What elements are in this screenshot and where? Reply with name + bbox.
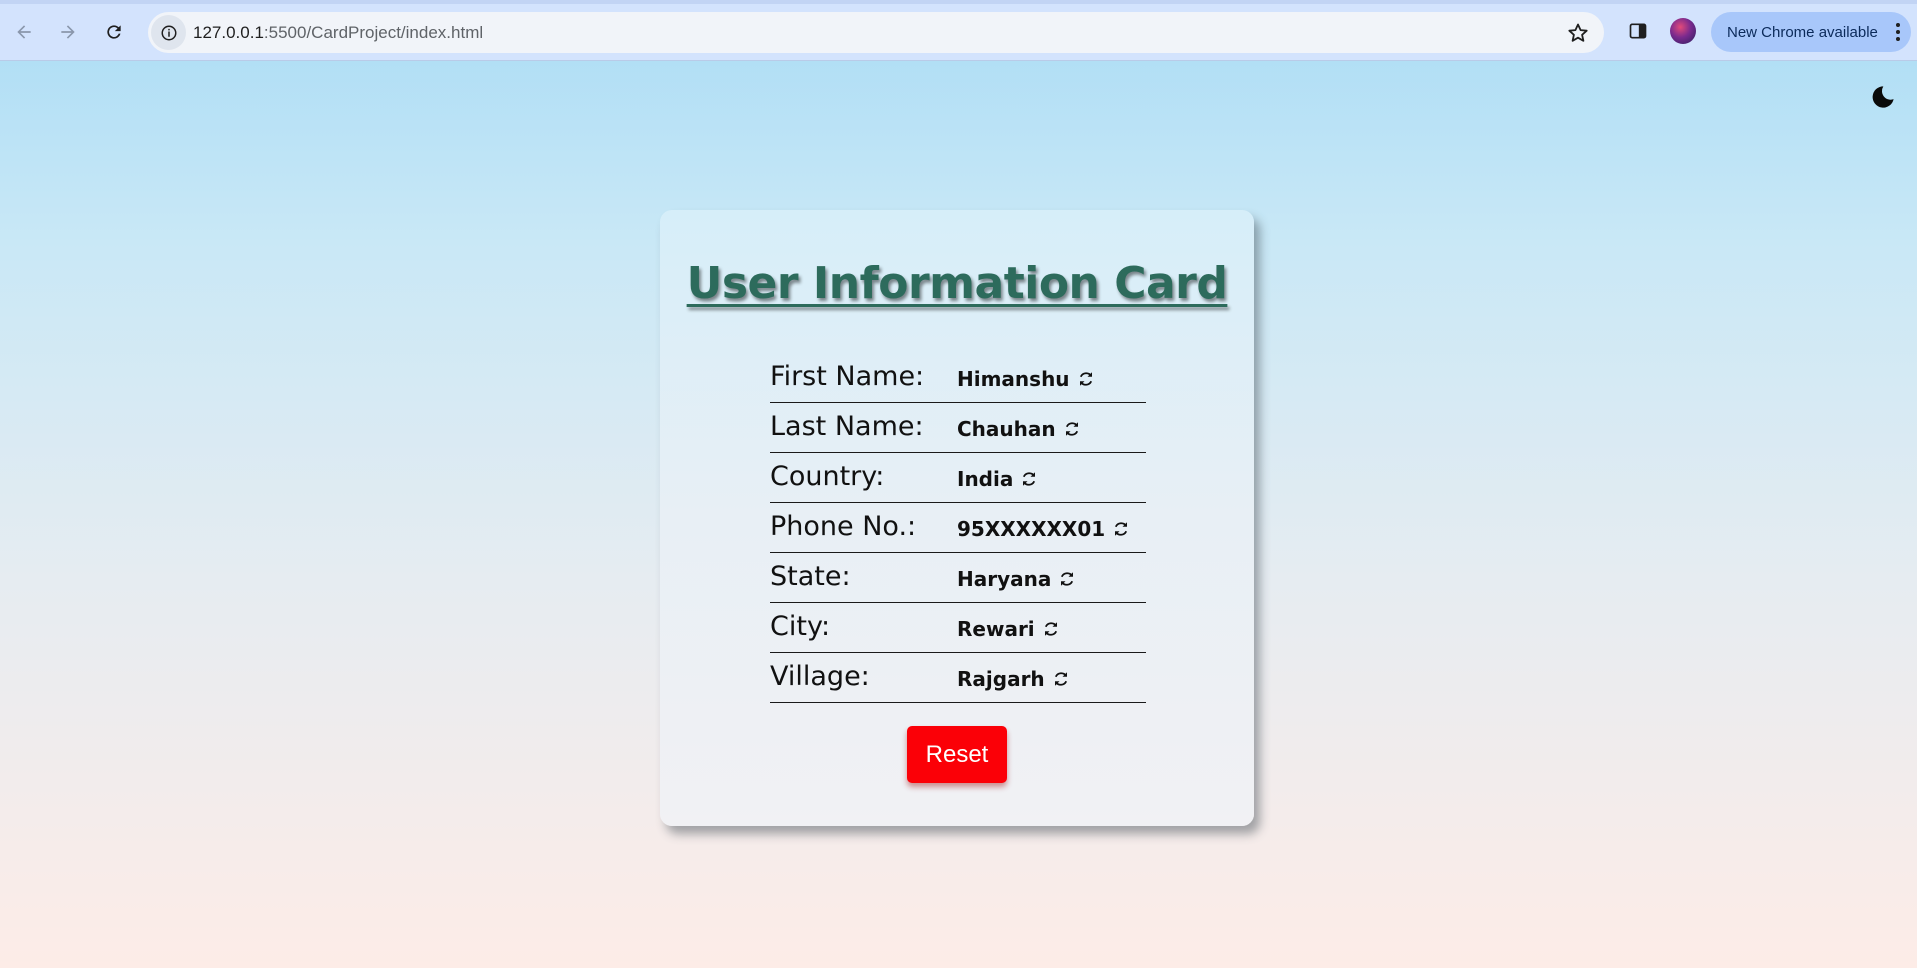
field-row-village: Village: Rajgarh [770,653,1146,703]
field-label: First Name: [770,361,925,392]
field-row-first-name: First Name: Himanshu [770,353,1146,403]
field-label: Country: [770,461,885,492]
url-path: :5500/CardProject/index.html [263,23,484,42]
field-label: City: [770,611,831,642]
refresh-icon[interactable] [1020,470,1038,488]
field-label: Village: [770,661,870,692]
reload-button[interactable] [96,14,132,50]
field-label: State: [770,561,851,592]
arrow-left-icon [17,25,31,39]
field-value: India [957,467,1014,491]
field-row-phone: Phone No.: 95XXXXXX01 [770,503,1146,553]
theme-toggle-button[interactable] [1868,82,1898,112]
back-button[interactable] [6,14,42,50]
update-label: New Chrome available [1727,23,1878,41]
field-value: Himanshu [957,367,1070,391]
card-title: User Information Card [686,258,1228,309]
new-chrome-available-button[interactable]: New Chrome available [1711,12,1911,52]
field-row-last-name: Last Name: Chauhan [770,403,1146,453]
field-value: Rajgarh [957,667,1045,691]
url-text[interactable]: 127.0.0.1:5500/CardProject/index.html [193,23,483,43]
field-label: Phone No.: [770,511,917,542]
refresh-icon[interactable] [1077,370,1095,388]
side-panel-button[interactable] [1625,18,1651,44]
forward-button[interactable] [50,14,86,50]
field-row-state: State: Haryana [770,553,1146,603]
field-label: Last Name: [770,411,924,442]
refresh-icon[interactable] [1112,520,1130,538]
url-host: 127.0.0.1 [193,23,264,42]
field-value: 95XXXXXX01 [957,517,1106,541]
site-info-button[interactable] [151,15,186,50]
field-value: Rewari [957,617,1035,641]
refresh-icon[interactable] [1042,620,1060,638]
refresh-icon[interactable] [1063,420,1081,438]
field-value: Chauhan [957,417,1056,441]
arrow-right-icon [61,25,75,39]
reset-button[interactable]: Reset [907,726,1007,783]
profile-avatar[interactable] [1670,18,1696,44]
moon-icon [1872,86,1894,108]
more-menu-icon[interactable] [1895,22,1901,42]
refresh-icon[interactable] [1052,670,1070,688]
refresh-icon[interactable] [1058,570,1076,588]
browser-toolbar: 127.0.0.1:5500/CardProject/index.html Ne… [0,0,1917,61]
field-row-city: City: Rewari [770,603,1146,653]
bookmark-star-icon[interactable] [1566,21,1590,45]
field-value: Haryana [957,567,1052,591]
address-bar[interactable]: 127.0.0.1:5500/CardProject/index.html [148,12,1604,53]
user-information-card: User Information Card First Name: Himans… [660,210,1254,826]
side-panel-icon [1629,23,1647,39]
tab-strip-edge [0,0,1917,4]
field-row-country: Country: India [770,453,1146,503]
reload-icon [107,25,121,39]
info-icon [161,25,176,40]
